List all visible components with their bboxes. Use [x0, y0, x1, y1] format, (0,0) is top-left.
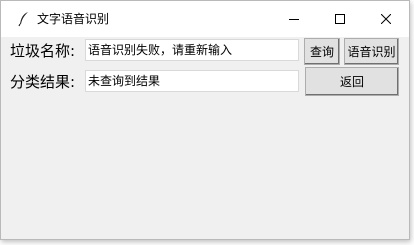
garbage-name-input[interactable]: 语音识别失败，请重新输入 — [85, 39, 299, 61]
feather-icon — [18, 12, 28, 27]
title-bar[interactable]: 文字语音识别 — [1, 1, 409, 37]
minimize-button[interactable] — [271, 1, 317, 37]
close-button[interactable] — [363, 1, 409, 37]
minimize-icon — [289, 18, 299, 20]
classification-result-label: 分类结果: — [10, 73, 76, 91]
window-title: 文字语音识别 — [37, 12, 110, 26]
garbage-name-label: 垃圾名称: — [10, 42, 76, 60]
voice-recognition-button[interactable]: 语音识别 — [344, 38, 399, 65]
back-button[interactable]: 返回 — [305, 67, 399, 96]
garbage-name-value: 语音识别失败，请重新输入 — [88, 43, 233, 57]
maximize-icon — [335, 14, 345, 24]
classification-result-field[interactable]: 未查询到结果 — [85, 70, 299, 92]
query-button[interactable]: 查询 — [304, 38, 340, 65]
maximize-button[interactable] — [317, 1, 363, 37]
app-window: 文字语音识别 垃圾名称: 语音识别失败，请重新输入 查询 语音识别 分类结果: … — [0, 0, 410, 240]
classification-result-value: 未查询到结果 — [88, 74, 161, 88]
close-icon — [381, 14, 391, 24]
